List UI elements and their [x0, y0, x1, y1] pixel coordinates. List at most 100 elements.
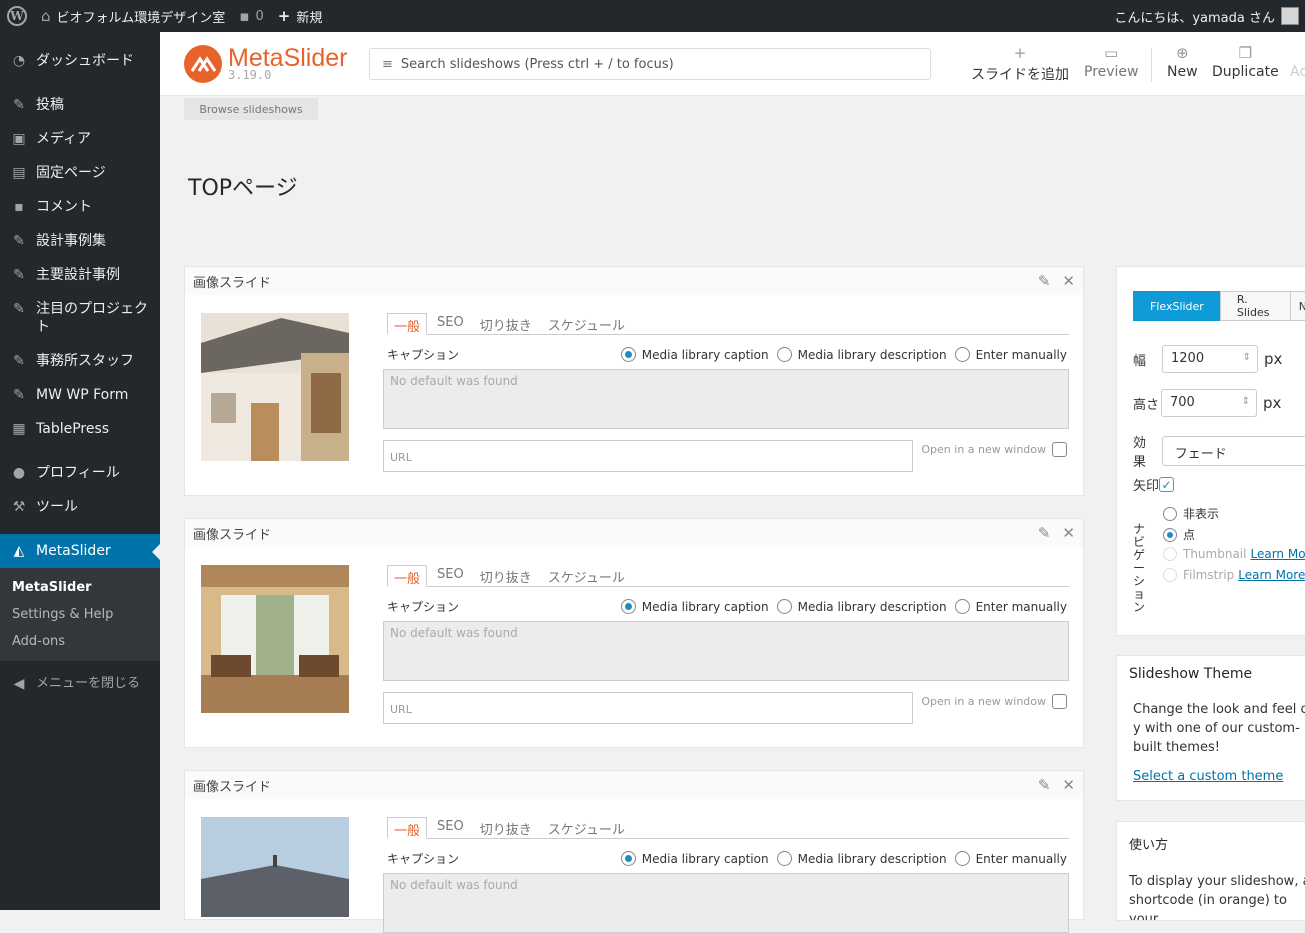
slider-type-tabs: FlexSlider R. Slides N	[1133, 291, 1305, 321]
sidebar-item-comments[interactable]: ▪ コメント	[0, 190, 160, 224]
caption-textarea[interactable]: No default was found	[383, 621, 1069, 681]
new-window-checkbox[interactable]	[1052, 694, 1067, 709]
height-input[interactable]: 700	[1161, 389, 1258, 417]
slide-tabs: 一般 SEO 切り抜き スケジュール	[387, 817, 1069, 839]
radio-button[interactable]	[1163, 547, 1177, 561]
sidebar-item-dashboard[interactable]: ◔ ダッシュボード	[0, 44, 160, 78]
sidebar-item-profile[interactable]: ● プロフィール	[0, 456, 160, 490]
radio-button[interactable]	[954, 347, 970, 362]
nav-option-filmstrip[interactable]: Filmstrip Learn More	[1163, 568, 1305, 582]
sidebar-item-tablepress[interactable]: ▦ TablePress	[0, 412, 160, 446]
tab-seo[interactable]: SEO	[431, 313, 470, 334]
close-icon[interactable]: ✕	[1062, 524, 1075, 542]
radio-button[interactable]	[620, 347, 636, 362]
nav-option-dots[interactable]: 点	[1163, 526, 1195, 543]
caption-textarea[interactable]: No default was found	[383, 369, 1069, 429]
radio-button[interactable]	[776, 851, 792, 866]
duplicate-button[interactable]: ❐ Duplicate	[1212, 44, 1279, 80]
radio-media-description[interactable]: Media library description	[776, 599, 947, 614]
tab-schedule[interactable]: スケジュール	[542, 313, 631, 334]
radio-button[interactable]	[620, 599, 636, 614]
sidebar-item-design-cases[interactable]: ✎ 設計事例集	[0, 224, 160, 258]
new-button[interactable]: ⊕ New	[1167, 44, 1198, 80]
sidebar-item-featured-projects[interactable]: ✎ 注目のプロジェクト	[0, 292, 160, 344]
sidebar-item-pages[interactable]: ▤ 固定ページ	[0, 156, 160, 190]
plus-icon: +	[277, 7, 291, 25]
sidebar-item-tools[interactable]: ⚒ ツール	[0, 490, 160, 524]
radio-button[interactable]	[776, 599, 792, 614]
tab-general[interactable]: 一般	[387, 817, 428, 839]
submenu-metaslider[interactable]: MetaSlider	[0, 574, 160, 601]
new-window-checkbox[interactable]	[1052, 442, 1067, 457]
radio-media-caption[interactable]: Media library caption	[620, 347, 769, 362]
radio-button[interactable]	[1163, 527, 1177, 542]
radio-media-description[interactable]: Media library description	[776, 851, 947, 866]
add-slide-button[interactable]: + スライドを追加	[971, 44, 1069, 84]
tab-responsive-slides[interactable]: R. Slides	[1219, 291, 1291, 321]
duplicate-icon: ❐	[1238, 44, 1253, 62]
sidebar-item-media[interactable]: ▣ メディア	[0, 122, 160, 156]
comments-link[interactable]: ▪ 0	[232, 0, 270, 32]
tab-seo[interactable]: SEO	[431, 565, 470, 586]
edit-icon[interactable]: ✎	[1038, 272, 1051, 290]
tab-schedule[interactable]: スケジュール	[542, 817, 631, 838]
radio-button[interactable]	[1163, 568, 1177, 582]
radio-media-caption[interactable]: Media library caption	[620, 851, 769, 866]
slide-thumbnail[interactable]	[201, 565, 349, 713]
learn-more-link[interactable]: Learn More	[1238, 568, 1305, 582]
tab-nivo[interactable]: N	[1289, 291, 1305, 321]
sidebar-item-staff[interactable]: ✎ 事務所スタッフ	[0, 344, 160, 378]
tab-crop[interactable]: 切り抜き	[474, 313, 538, 334]
url-input[interactable]: URL	[383, 440, 913, 472]
edit-icon[interactable]: ✎	[1038, 524, 1051, 542]
slide-thumbnail[interactable]	[201, 313, 349, 461]
arrows-checkbox[interactable]: ✓	[1159, 477, 1175, 492]
radio-button[interactable]	[620, 851, 636, 866]
radio-button[interactable]	[776, 347, 792, 362]
close-icon[interactable]: ✕	[1062, 272, 1075, 290]
wordpress-logo-button[interactable]: W	[0, 0, 34, 32]
browse-slideshows-tab[interactable]: Browse slideshows	[184, 98, 318, 120]
tab-schedule[interactable]: スケジュール	[542, 565, 631, 586]
radio-button[interactable]	[1163, 506, 1177, 521]
tab-flexslider[interactable]: FlexSlider	[1133, 291, 1221, 321]
nav-option-thumbnail[interactable]: Thumbnail Learn Mo	[1163, 547, 1305, 561]
tab-crop[interactable]: 切り抜き	[474, 817, 538, 838]
caption-textarea[interactable]: No default was found	[383, 873, 1069, 933]
radio-enter-manually[interactable]: Enter manually	[954, 851, 1067, 866]
submenu-settings-help[interactable]: Settings & Help	[0, 601, 160, 628]
edit-icon[interactable]: ✎	[1038, 776, 1051, 794]
url-input[interactable]: URL	[383, 692, 913, 724]
my-account-link[interactable]: こんにちは、yamada さん	[1107, 0, 1305, 32]
tab-crop[interactable]: 切り抜き	[474, 565, 538, 586]
radio-button[interactable]	[954, 599, 970, 614]
close-icon[interactable]: ✕	[1062, 776, 1075, 794]
more-button[interactable]: Ac	[1290, 44, 1305, 80]
tab-general[interactable]: 一般	[387, 565, 428, 587]
sidebar-item-major-cases[interactable]: ✎ 主要設計事例	[0, 258, 160, 292]
metaslider-submenu: MetaSlider Settings & Help Add-ons	[0, 568, 160, 661]
radio-media-description[interactable]: Media library description	[776, 347, 947, 362]
new-content-link[interactable]: + 新規	[271, 0, 330, 32]
sidebar-item-label: ダッシュボード	[36, 53, 134, 69]
slide-thumbnail[interactable]	[201, 817, 349, 917]
collapse-menu-button[interactable]: ◀ メニューを閉じる	[0, 667, 160, 701]
learn-more-link[interactable]: Learn Mo	[1250, 547, 1305, 561]
radio-button[interactable]	[954, 851, 970, 866]
effect-select[interactable]: フェード	[1161, 436, 1305, 466]
radio-enter-manually[interactable]: Enter manually	[954, 599, 1067, 614]
nav-option-hidden[interactable]: 非表示	[1163, 505, 1219, 522]
radio-enter-manually[interactable]: Enter manually	[954, 347, 1067, 362]
sidebar-item-posts[interactable]: ✎ 投稿	[0, 88, 160, 122]
tab-general[interactable]: 一般	[387, 313, 428, 335]
site-name-link[interactable]: ⌂ ビオフォルム環境デザイン室	[34, 0, 232, 32]
select-theme-link[interactable]: Select a custom theme	[1133, 769, 1283, 784]
sidebar-item-metaslider[interactable]: ◭ MetaSlider	[0, 534, 160, 568]
preview-button[interactable]: ▭ Preview	[1084, 44, 1139, 80]
sidebar-item-mw-wp-form[interactable]: ✎ MW WP Form	[0, 378, 160, 412]
radio-media-caption[interactable]: Media library caption	[620, 599, 769, 614]
submenu-add-ons[interactable]: Add-ons	[0, 628, 160, 655]
tab-seo[interactable]: SEO	[431, 817, 470, 838]
search-input[interactable]: ≡ Search slideshows (Press ctrl + / to fo…	[369, 48, 931, 80]
width-input[interactable]: 1200	[1162, 345, 1259, 373]
